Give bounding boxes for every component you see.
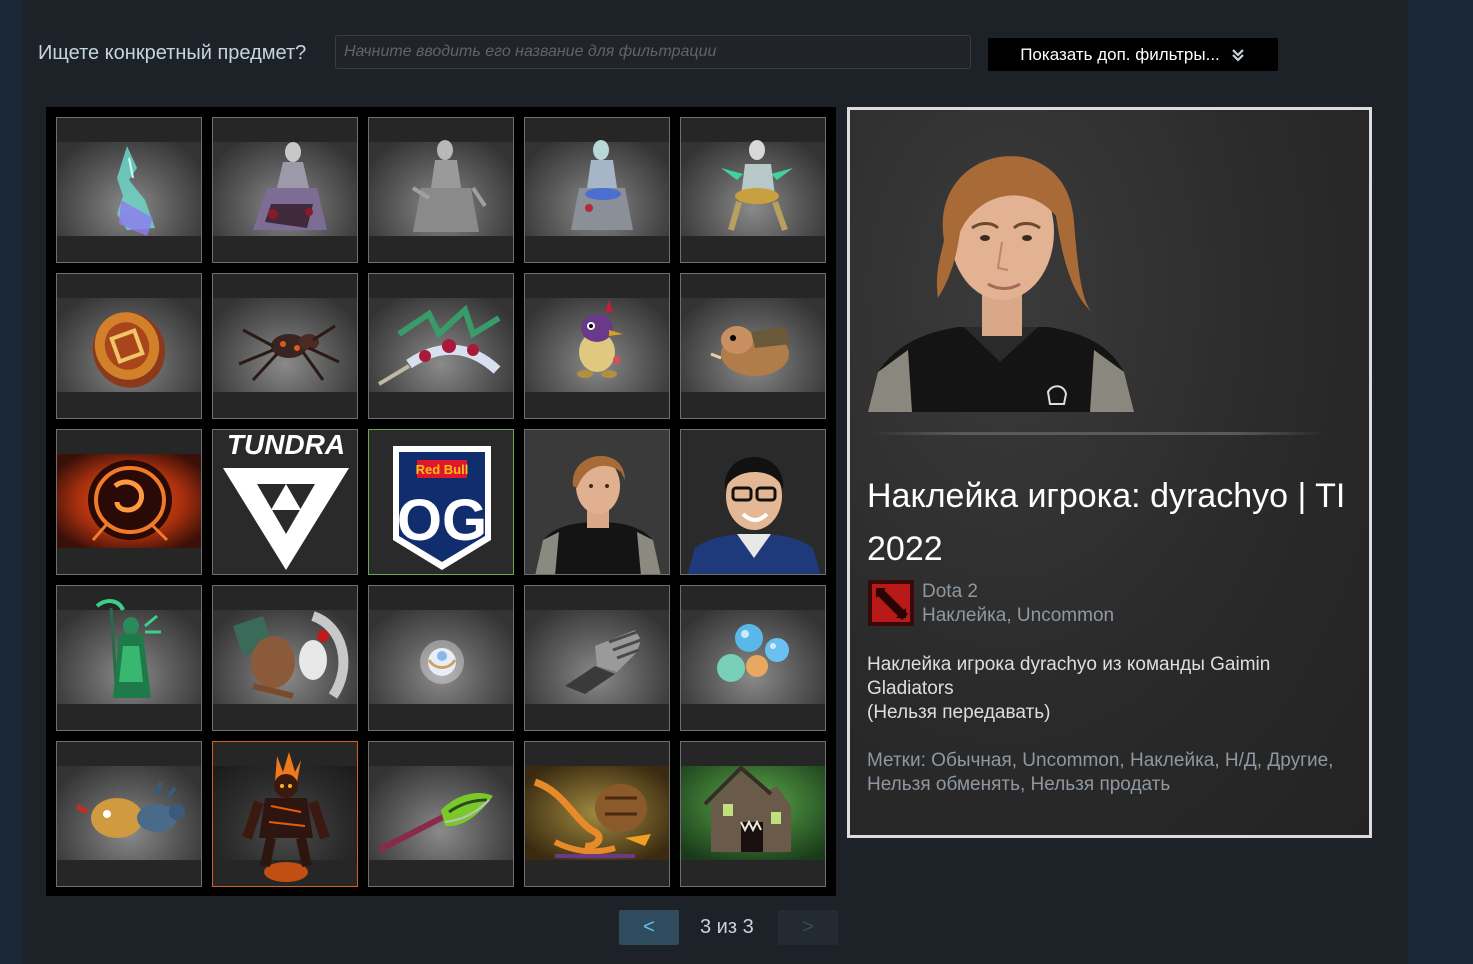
next-page-button[interactable]: > <box>778 910 838 945</box>
item-haunted-house-loading[interactable] <box>680 741 826 887</box>
filter-label: Ищете конкретный предмет? <box>38 42 307 64</box>
item-thorn-weapon[interactable] <box>368 273 514 419</box>
item-hamster-courier[interactable] <box>680 273 826 419</box>
item-spider-courier[interactable] <box>212 273 358 419</box>
hamster-courier-icon <box>710 326 791 376</box>
tundra-logo-icon: TUNDRA <box>213 430 357 574</box>
item-dark-dress-hero[interactable] <box>212 117 358 263</box>
item-title: Наклейка игрока: dyrachyo | TI 2022 <box>867 477 1346 568</box>
item-detail-panel: Наклейка игрока: dyrachyo | TI 2022 Dota… <box>847 107 1372 838</box>
blue-ghost-hero-icon <box>571 140 633 230</box>
svg-text:TUNDRA: TUNDRA <box>227 430 345 460</box>
ethereal-wisp-icon <box>117 146 155 236</box>
item-og-sticker[interactable]: Red Bull OG <box>368 429 514 575</box>
item-bird-courier[interactable] <box>524 273 670 419</box>
golden-armor-hero-icon <box>721 140 793 232</box>
item-green-reaper[interactable] <box>56 585 202 731</box>
green-spear-icon <box>377 792 493 853</box>
bird-courier-icon <box>577 300 623 378</box>
page-indicator: 3 из 3 <box>700 916 754 938</box>
item-flying-boar-courier[interactable] <box>56 741 202 887</box>
more-filters-button[interactable]: Показать доп. фильтры... <box>988 38 1278 71</box>
game-name: Dota 2 <box>922 581 978 602</box>
item-player-sticker-dyrachyo[interactable] <box>524 429 670 575</box>
og-logo-icon: Red Bull OG <box>369 430 513 574</box>
inventory-grid: TUNDRA Red Bull OG <box>46 107 836 896</box>
double-chevron-down-icon <box>1232 48 1244 62</box>
item-tundra-sticker[interactable]: TUNDRA <box>212 429 358 575</box>
tentacle-pot-icon <box>525 766 669 860</box>
spider-courier-icon <box>238 324 340 382</box>
player-portrait-icon <box>525 430 669 574</box>
right-margin <box>1408 0 1473 964</box>
metal-gauntlet-icon <box>565 630 642 694</box>
fire-emblem-icon <box>57 454 201 548</box>
item-description: Наклейка игрока dyrachyo из команды Gaim… <box>867 653 1347 725</box>
item-fire-golem[interactable] <box>212 741 358 887</box>
item-green-spear[interactable] <box>368 741 514 887</box>
haunted-house-icon <box>681 765 825 860</box>
bubble-set-icon <box>717 624 789 682</box>
item-grey-ghost-hero[interactable] <box>368 117 514 263</box>
description-line: Наклейка игрока dyrachyo из команды Gaim… <box>867 654 1271 699</box>
item-player-sticker-glasses[interactable] <box>680 429 826 575</box>
description-restriction: (Нельзя передавать) <box>867 702 1051 723</box>
fire-golem-icon <box>242 752 330 882</box>
glowing-orb-icon <box>420 640 464 684</box>
green-reaper-icon <box>95 599 161 699</box>
dota2-icon <box>868 580 914 626</box>
svg-text:Red Bull: Red Bull <box>416 462 469 477</box>
item-tentacle-pot[interactable] <box>524 741 670 887</box>
item-dota-coin[interactable] <box>56 273 202 419</box>
player-glasses-portrait-icon <box>681 430 825 574</box>
item-tags: Метки: Обычная, Uncommon, Наклейка, Н/Д,… <box>867 750 1334 795</box>
bone-armor-set-icon <box>233 611 349 699</box>
svg-text:OG: OG <box>397 488 487 553</box>
item-ethereal-wisp[interactable] <box>56 117 202 263</box>
prev-page-button[interactable]: < <box>619 910 679 945</box>
dota-coin-icon <box>92 312 166 388</box>
item-golden-armor-hero[interactable] <box>680 117 826 263</box>
item-bubble-set[interactable] <box>680 585 826 731</box>
item-blue-ghost-hero[interactable] <box>524 117 670 263</box>
more-filters-label: Показать доп. фильтры... <box>1020 44 1220 64</box>
grey-ghost-hero-icon <box>411 140 487 232</box>
item-bone-armor-set[interactable] <box>212 585 358 731</box>
item-metal-gauntlet[interactable] <box>524 585 670 731</box>
item-glowing-orb[interactable] <box>368 585 514 731</box>
filter-search-input[interactable] <box>335 35 971 69</box>
dark-dress-hero-icon <box>253 142 327 230</box>
item-fire-emblem[interactable] <box>56 429 202 575</box>
player-large-portrait-icon <box>868 156 1134 412</box>
item-type: Наклейка, Uncommon <box>922 605 1115 626</box>
item-large-image <box>868 122 1134 412</box>
flying-boar-courier-icon <box>75 781 185 838</box>
thorn-weapon-icon <box>377 304 501 386</box>
detail-divider <box>870 432 1325 435</box>
